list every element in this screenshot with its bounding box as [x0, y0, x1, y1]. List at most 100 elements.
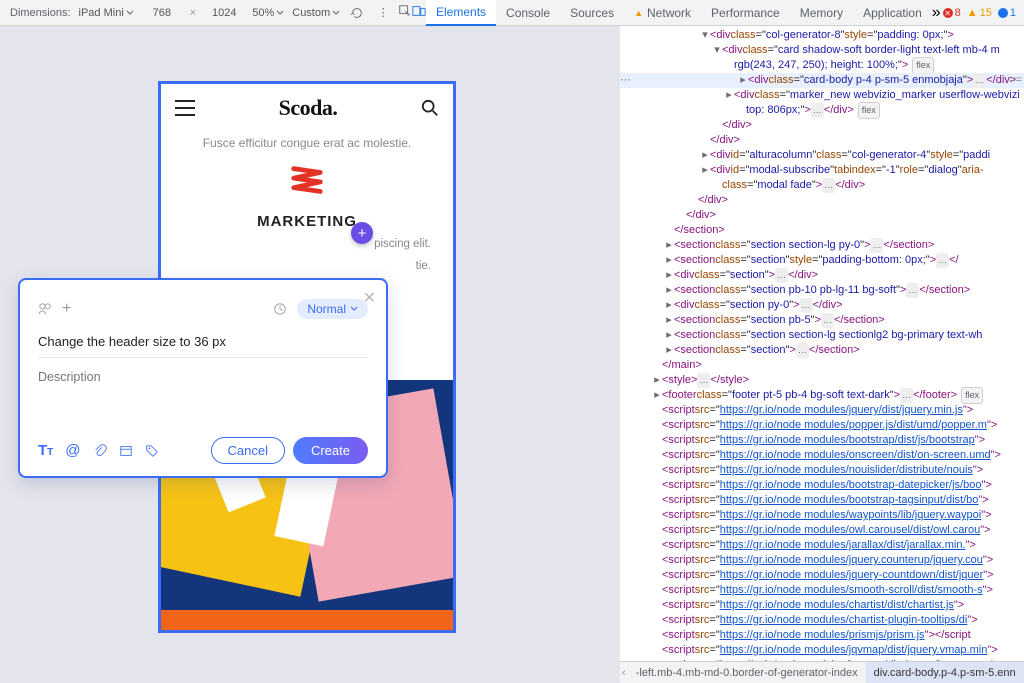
panel-tab-sources[interactable]: Sources — [560, 0, 624, 26]
panels-overflow-icon[interactable]: » — [932, 4, 941, 22]
cancel-button[interactable]: Cancel — [211, 437, 285, 464]
dom-node[interactable]: </div> — [620, 208, 1024, 223]
dom-node[interactable]: <div class="col-generator-8" style="padd… — [620, 28, 1024, 43]
elements-panel[interactable]: <div class="col-generator-8" style="padd… — [620, 26, 1024, 661]
dom-script-node[interactable]: <script src="https://gr.io/node modules/… — [620, 508, 1024, 523]
annotation-description-input[interactable] — [38, 370, 368, 384]
device-preview-area: Scoda. Fusce efficitur congue erat ac mo… — [0, 26, 620, 683]
tag-icon[interactable] — [145, 444, 159, 458]
clock-icon[interactable] — [273, 302, 287, 316]
dom-node[interactable]: <section class="section">… </section> — [620, 343, 1024, 358]
create-button[interactable]: Create — [293, 437, 368, 464]
dom-script-node[interactable]: <script src="https://gr.io/node modules/… — [620, 463, 1024, 478]
text-format-icon[interactable]: TT — [38, 442, 53, 459]
site-logo[interactable]: Scoda. — [279, 95, 338, 121]
panel-tab-memory[interactable]: Memory — [790, 0, 853, 26]
annotation-popup: ✕ + Normal Change the header size to 36 … — [18, 278, 388, 478]
add-annotation-button[interactable]: + — [351, 222, 373, 244]
dom-tree[interactable]: <div class="col-generator-8" style="padd… — [620, 26, 1024, 661]
panel-tab-elements[interactable]: Elements — [426, 0, 496, 26]
error-count[interactable]: ✕8 — [943, 7, 961, 19]
width-input[interactable]: 768 — [142, 7, 182, 19]
dom-script-node[interactable]: <script src="https://gr.io/node modules/… — [620, 613, 1024, 628]
elements-breadcrumb[interactable]: ‹ -left.mb-4.mb-md-0.border-of-generator… — [620, 661, 1024, 683]
dom-script-node[interactable]: <script src="https://gr.io/node modules/… — [620, 643, 1024, 658]
dom-node[interactable]: <div class="section">… </div> — [620, 268, 1024, 283]
dom-script-node[interactable]: <script src="https://gr.io/node modules/… — [620, 598, 1024, 613]
height-input[interactable]: 1024 — [204, 7, 244, 19]
dom-node[interactable]: <section class="section section-lg secti… — [620, 328, 1024, 343]
dom-script-node[interactable]: <script src="https://gr.io/node modules/… — [620, 493, 1024, 508]
dom-node[interactable]: ⋯<div class="card-body p-4 p-sm-5 enmobj… — [620, 73, 1024, 88]
dom-node[interactable]: <div id="modal-subscribe" tabindex="-1" … — [620, 163, 1024, 178]
dom-node[interactable]: top: 806px;">… </div>flex — [620, 103, 1024, 118]
priority-dropdown[interactable]: Normal — [297, 299, 368, 319]
breadcrumb-scroll-left[interactable]: ‹ — [620, 667, 628, 679]
panel-tab-network[interactable]: Network — [624, 0, 701, 26]
panel-tab-application[interactable]: Application — [853, 0, 932, 26]
dom-node[interactable]: <div class="marker_new webvizio_marker u… — [620, 88, 1024, 103]
panel-tab-console[interactable]: Console — [496, 0, 560, 26]
attachment-icon[interactable] — [93, 444, 107, 458]
dom-node[interactable]: <div class="card shadow-soft border-ligh… — [620, 43, 1024, 58]
dom-script-node[interactable]: <script src="https://gr.io/node modules/… — [620, 538, 1024, 553]
dom-script-node[interactable]: <script src="https://gr.io/node modules/… — [620, 553, 1024, 568]
chevron-down-icon — [350, 305, 358, 313]
dom-node[interactable]: </section> — [620, 223, 1024, 238]
scribble-icon — [288, 164, 326, 198]
zoom-value: 50% — [252, 7, 274, 19]
annotation-title-input[interactable]: Change the header size to 36 px — [38, 334, 368, 353]
rotate-icon[interactable] — [348, 4, 366, 22]
dom-script-node[interactable]: <script src="https://gr.io/node modules/… — [620, 568, 1024, 583]
dom-node[interactable]: <style>… </style> — [620, 373, 1024, 388]
kebab-icon[interactable]: ⋮ — [374, 4, 392, 22]
panel-tab-performance[interactable]: Performance — [701, 0, 790, 26]
site-body: Fusce efficitur congue erat ac molestie.… — [161, 136, 453, 274]
browser-icon[interactable] — [119, 444, 133, 458]
dom-node[interactable]: <section class="section pb-5">… </sectio… — [620, 313, 1024, 328]
assignee-icon[interactable] — [38, 302, 52, 316]
dom-node[interactable]: <section class="section pb-10 pb-lg-11 b… — [620, 283, 1024, 298]
dom-script-node[interactable]: <script src="https://gr.io/node modules/… — [620, 628, 1024, 643]
chevron-down-icon — [332, 9, 340, 17]
device-toggle-icon[interactable] — [412, 4, 426, 23]
inspect-icon[interactable] — [398, 4, 412, 23]
dom-node[interactable]: <footer class="footer pt-5 pb-4 bg-soft … — [620, 388, 1024, 403]
device-dropdown[interactable]: iPad Mini — [79, 7, 134, 19]
add-assignee-icon[interactable]: + — [62, 300, 71, 318]
dom-script-node[interactable]: <script src="https://gr.io/node modules/… — [620, 583, 1024, 598]
zoom-dropdown[interactable]: 50% — [252, 7, 284, 19]
info-count[interactable]: 1 — [998, 7, 1016, 19]
dom-script-node[interactable]: <script src="https://gr.io/node modules/… — [620, 403, 1024, 418]
section-heading: MARKETING — [179, 213, 435, 230]
dom-node[interactable]: <section class="section section-lg py-0"… — [620, 238, 1024, 253]
lorem-line-2: tie. — [179, 258, 435, 274]
site-header: Scoda. — [161, 84, 453, 132]
warning-count[interactable]: ▲15 — [967, 7, 992, 19]
dom-node[interactable]: </div> — [620, 133, 1024, 148]
breadcrumb-item[interactable]: -left.mb-4.mb-md-0.border-of-generator-i… — [628, 662, 866, 683]
dom-node[interactable]: class="modal fade">… </div> — [620, 178, 1024, 193]
close-icon[interactable]: ✕ — [363, 288, 376, 308]
mention-icon[interactable]: @ — [65, 442, 80, 459]
dom-node[interactable]: </div> — [620, 193, 1024, 208]
dom-node[interactable]: </main> — [620, 358, 1024, 373]
dom-node[interactable]: rgb(243, 247, 250); height: 100%;">flex — [620, 58, 1024, 73]
dom-node[interactable]: </div> — [620, 118, 1024, 133]
devtools-status: ✕8 ▲15 1 — [943, 0, 1016, 26]
dimensions-label: Dimensions: — [10, 7, 71, 19]
device-name: iPad Mini — [79, 7, 124, 19]
dom-script-node[interactable]: <script src="https://gr.io/node modules/… — [620, 448, 1024, 463]
breadcrumb-item-selected[interactable]: div.card-body.p-4.p-sm-5.enn — [866, 662, 1024, 683]
dom-script-node[interactable]: <script src="https://gr.io/node modules/… — [620, 418, 1024, 433]
dom-script-node[interactable]: <script src="https://gr.io/node modules/… — [620, 523, 1024, 538]
search-icon[interactable] — [421, 99, 439, 117]
throttle-dropdown[interactable]: Custom — [292, 7, 340, 19]
dom-node[interactable]: <div id="alturacolumn" class="col-genera… — [620, 148, 1024, 163]
chevron-down-icon — [126, 9, 134, 17]
dom-node[interactable]: <section class="section" style="padding-… — [620, 253, 1024, 268]
dom-node[interactable]: <div class="section py-0">… </div> — [620, 298, 1024, 313]
dom-script-node[interactable]: <script src="https://gr.io/node modules/… — [620, 433, 1024, 448]
dom-script-node[interactable]: <script src="https://gr.io/node modules/… — [620, 478, 1024, 493]
hamburger-icon[interactable] — [175, 100, 195, 116]
